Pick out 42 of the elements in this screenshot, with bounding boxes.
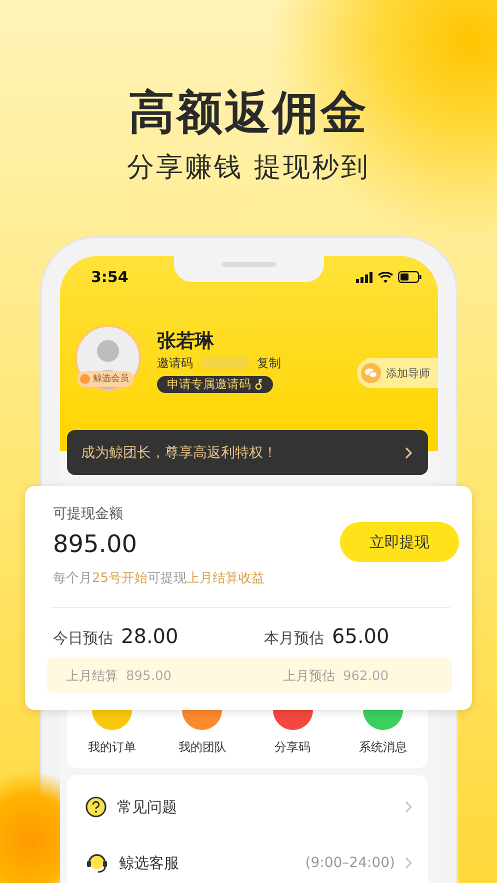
member-badge: 鲸选会员 [77,371,134,387]
chevron-right-icon [405,857,412,869]
settled-label: 上月预估 [283,668,335,684]
copy-link[interactable]: 复制 [257,354,281,372]
balance-label: 可提现金额 [53,505,124,524]
invite-code-label: 邀请码 [157,355,193,372]
estimate-value: 28.00 [121,624,178,648]
promo-headline: 高额返佣金 [128,84,368,140]
balance-amount: 895.00 [53,529,137,560]
menu-label: 鲸选客服 [119,854,180,872]
quick-action[interactable]: 分享码 [248,710,338,756]
user-name: 张若琳 [157,329,215,354]
promo-subtitle: 分享赚钱 提现秒到 [127,151,370,185]
withdraw-button[interactable]: 立即提现 [340,522,459,562]
menu-item[interactable]: 鲸选客服 (9:00–24:00) [67,838,428,883]
menu-label: 常见问题 [117,798,178,816]
withdraw-note: 每个月 25号开始可提现上月结算收益 [53,570,266,588]
quick-action[interactable]: 我的团队 [157,710,248,756]
promo-banner[interactable]: 成为鲸团长，尊享高返利特权！ [67,430,428,475]
settled-value: 895.00 [126,668,172,684]
menu-item[interactable]: 常见问题 [67,782,428,832]
blurred-code [201,358,249,368]
battery-icon [398,271,422,283]
signal-icon [356,272,373,282]
headset-icon [85,852,109,874]
apply-code-button[interactable]: 申请专属邀请码 [157,376,273,393]
quick-action[interactable]: 系统消息 [338,710,428,756]
chat-bubbles-icon [361,363,381,383]
chevron-right-icon [405,446,412,458]
question-icon [85,796,107,818]
wifi-icon [378,272,393,282]
estimate-label: 本月预估 [264,629,324,648]
quick-action[interactable]: 我的订单 [67,710,158,756]
add-mentor-button[interactable]: 添加导师 [357,358,438,388]
estimate-value: 65.00 [332,624,390,648]
service-hours: (9:00–24:00) [305,855,395,871]
chevron-right-icon [405,801,412,813]
key-icon [255,379,263,390]
estimate-label: 今日预估 [53,629,113,648]
settled-value: 962.00 [343,668,388,684]
status-time: 3:54 [91,268,128,286]
settled-label: 上月结算 [66,668,118,684]
